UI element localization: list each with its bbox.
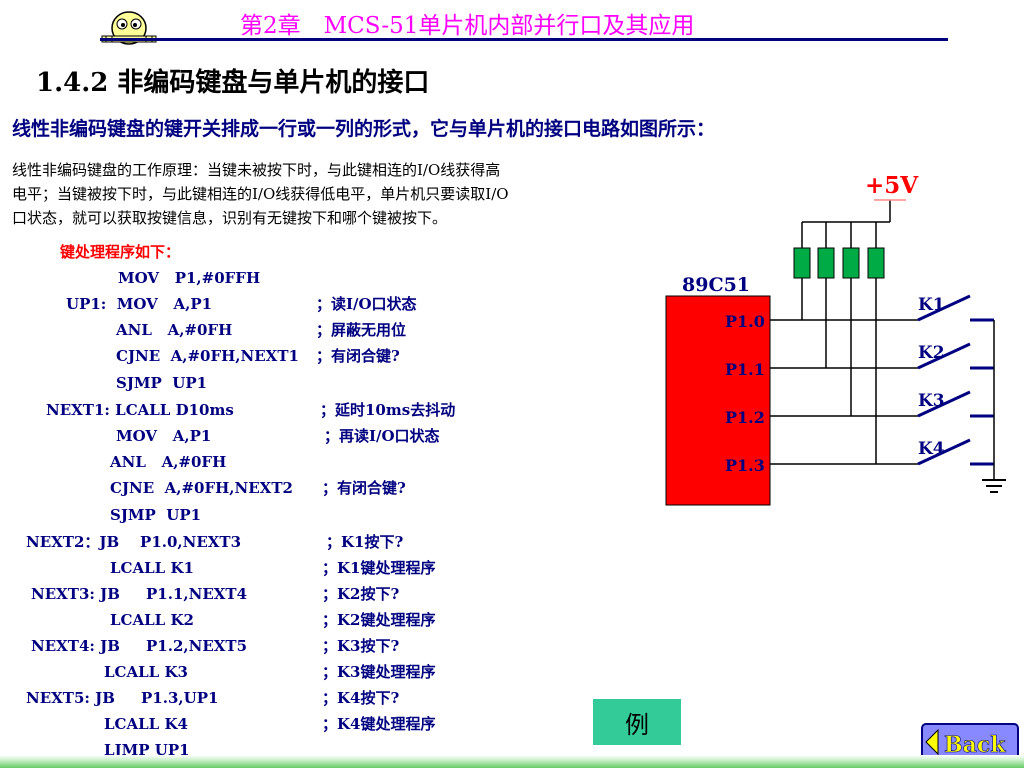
description-line: 口状态，就可以获取按键信息，识别有无键按下和哪个键被按下。	[12, 209, 448, 227]
key-label: K3	[918, 391, 945, 411]
code-line: SJMP UP1	[116, 374, 208, 392]
key-label: K4	[918, 439, 945, 459]
intro-text: 线性非编码键盘的键开关排成一行或一列的形式，它与单片机的接口电路如图所示：	[12, 118, 716, 140]
description-line: 线性非编码键盘的工作原理：当键未被按下时，与此键相连的I/O线获得高	[12, 161, 501, 179]
code-line: ANL A,#0FH	[110, 453, 227, 471]
code-comment: ；K1按下?	[326, 533, 404, 551]
code-title: 键处理程序如下：	[60, 243, 181, 261]
chip-label: 89C51	[682, 274, 750, 296]
code-line: MOV P1,#0FFH	[118, 269, 261, 287]
pin-label: P1.2	[725, 408, 765, 427]
resistor-icon	[842, 247, 860, 279]
code-comment: ；K1键处理程序	[322, 559, 436, 577]
example-button[interactable]: 例	[593, 699, 681, 745]
code-line: CJNE A,#0FH,NEXT2	[110, 479, 293, 497]
code-line: NEXT4: JB P1.2,NEXT5	[31, 637, 248, 655]
ground-icon	[982, 479, 1006, 493]
code-line: NEXT3: JB P1.1,NEXT4	[31, 585, 248, 603]
key-label: K1	[918, 295, 945, 315]
section-title: 1.4.2 非编码键盘与单片机的接口	[36, 68, 430, 98]
keyboard-interface-circuit: +5V 89C51 P1.0 P1.1 P1.2 P1.3 K1 K2 K3 K…	[665, 172, 1006, 506]
code-line: ANL A,#0FH	[116, 321, 233, 339]
code-line: LCALL K2	[110, 611, 194, 629]
code-line: NEXT2：JB P1.0,NEXT3	[26, 533, 242, 551]
pin-label: P1.3	[725, 456, 765, 475]
pin-label: P1.0	[725, 312, 765, 331]
code-line: LCALL K1	[110, 559, 194, 577]
code-comment: ；读I/O口状态	[316, 295, 417, 313]
code-comment: ；屏蔽无用位	[316, 321, 407, 339]
code-line: LCALL K4	[104, 715, 188, 733]
signal-lines	[770, 319, 918, 465]
supply-label: +5V	[865, 172, 919, 199]
code-comment: ；K3键处理程序	[322, 663, 436, 681]
pin-label: P1.1	[725, 360, 765, 379]
code-line: NEXT1: LCALL D10ms	[46, 401, 234, 419]
code-line: MOV A,P1	[116, 427, 212, 445]
code-comment: ；再读I/O口状态	[324, 427, 440, 445]
code-line: SJMP UP1	[110, 506, 202, 524]
resistor-icon	[867, 247, 885, 279]
code-comment: ；延时10ms去抖动	[320, 401, 456, 419]
code-line: LCALL K3	[104, 663, 188, 681]
description-line: 电平；当键被按下时，与此键相连的I/O线获得低电平，单片机只要读取I/O	[12, 185, 509, 203]
pullup-resistors	[793, 222, 885, 464]
code-line: CJNE A,#0FH,NEXT1	[116, 347, 299, 365]
code-comment: ；K4键处理程序	[322, 715, 436, 733]
chapter-title: 第2章 MCS-51单片机内部并行口及其应用	[240, 13, 695, 39]
code-comment: ；K2按下?	[322, 585, 400, 603]
resistor-icon	[817, 247, 835, 279]
bottom-decor-band	[0, 755, 1024, 768]
resistor-icon	[793, 247, 811, 279]
code-comment: ；K2键处理程序	[322, 611, 436, 629]
code-comment: ；有闭合键?	[322, 479, 406, 497]
code-line: UP1: MOV A,P1	[66, 295, 213, 313]
key-label: K2	[918, 343, 945, 363]
code-line: NEXT5: JB P1.3,UP1	[26, 689, 219, 707]
header-divider	[100, 38, 948, 41]
code-comment: ；K3按下?	[322, 637, 400, 655]
code-comment: ；K4按下?	[322, 689, 400, 707]
key-switches: K1 K2 K3 K4	[917, 294, 995, 480]
code-comment: ；有闭合键?	[316, 347, 400, 365]
description-paragraph: 线性非编码键盘的工作原理：当键未被按下时，与此键相连的I/O线获得高 电平；当键…	[12, 158, 672, 230]
